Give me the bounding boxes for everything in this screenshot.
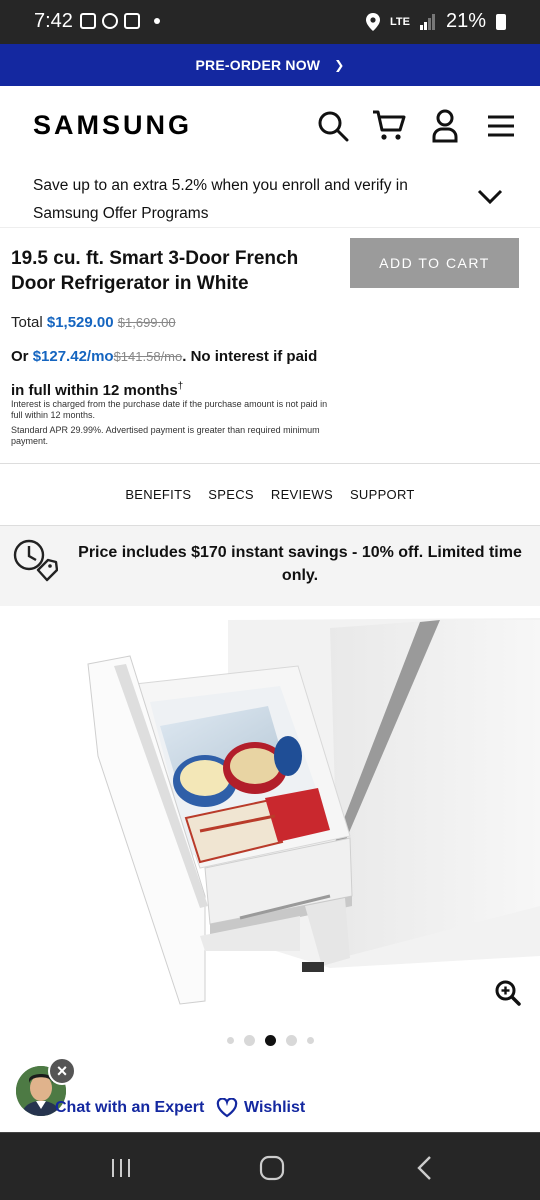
- wishlist-label: Wishlist: [244, 1099, 306, 1116]
- battery-percent: 21%: [445, 10, 486, 32]
- zoom-in-icon[interactable]: [495, 980, 521, 1006]
- samsung-logo[interactable]: SAMSUNG: [33, 110, 192, 141]
- offer-text: Save up to an extra 5.2% when you enroll…: [33, 177, 408, 222]
- carousel-dot[interactable]: [285, 1035, 297, 1046]
- carousel-dot[interactable]: [264, 1035, 276, 1046]
- site-header: SAMSUNG: [0, 86, 540, 166]
- current-price: $1,529.00: [46, 314, 114, 331]
- menu-icon[interactable]: [484, 106, 518, 146]
- product-title: 19.5 cu. ft. Smart 3-Door French Door Re…: [11, 248, 299, 294]
- header-icons: [316, 106, 518, 146]
- carousel-dot[interactable]: [243, 1035, 255, 1046]
- search-icon[interactable]: [316, 106, 350, 146]
- chevron-down-icon[interactable]: [476, 182, 504, 210]
- footnote-dagger[interactable]: †: [178, 381, 184, 392]
- tab-support[interactable]: SUPPORT: [350, 487, 415, 502]
- preorder-label: PRE-ORDER NOW: [195, 57, 321, 73]
- savings-banner: Price includes $170 instant savings - 10…: [0, 526, 540, 606]
- price-line: Total $1,529.00 $1,699.00: [11, 314, 176, 331]
- battery-icon: [496, 13, 506, 30]
- monthly-original-price: $141.58/mo: [113, 349, 183, 364]
- system-nav-bar: [0, 1132, 540, 1200]
- recent-apps-icon[interactable]: [106, 1153, 136, 1183]
- tab-reviews[interactable]: REVIEWS: [271, 487, 333, 502]
- chevron-right-icon: ❯: [334, 58, 345, 72]
- or-label: Or: [11, 348, 29, 365]
- status-time: 7:42: [34, 10, 73, 32]
- close-chat-icon[interactable]: ×: [48, 1057, 76, 1085]
- wishlist-button[interactable]: Wishlist: [216, 1098, 305, 1118]
- total-label: Total: [11, 314, 43, 331]
- more-notifications-icon: [154, 18, 160, 24]
- account-icon[interactable]: [428, 106, 462, 146]
- fine-print-interest: Interest is charged from the purchase da…: [11, 399, 328, 420]
- fine-print-apr: Standard APR 29.99%. Advertised payment …: [11, 425, 320, 446]
- financing-line: Or $127.42/mo$141.58/mo. No interest if …: [11, 342, 331, 406]
- offer-banner[interactable]: Save up to an extra 5.2% when you enroll…: [0, 166, 540, 228]
- tab-specs[interactable]: SPECS: [208, 487, 254, 502]
- cart-icon[interactable]: [372, 106, 406, 146]
- back-icon[interactable]: [410, 1153, 440, 1183]
- add-to-cart-button[interactable]: ADD TO CART: [350, 238, 519, 288]
- product-tabs: BENEFITS SPECS REVIEWS SUPPORT: [0, 464, 540, 526]
- status-bar: 7:42 LTE 21%: [0, 0, 540, 44]
- location-icon: [366, 12, 380, 31]
- product-summary: 19.5 cu. ft. Smart 3-Door French Door Re…: [0, 228, 540, 464]
- notification-icons: [80, 13, 160, 29]
- product-image-carousel[interactable]: [0, 606, 540, 1026]
- refrigerator-image: [87, 618, 540, 1005]
- chat-with-expert-link[interactable]: Chat with an Expert: [55, 1099, 204, 1117]
- monthly-price: $127.42/mo: [32, 348, 114, 365]
- threads-icon: [102, 13, 118, 29]
- preorder-banner[interactable]: PRE-ORDER NOW ❯: [0, 44, 540, 86]
- tab-benefits[interactable]: BENEFITS: [125, 487, 191, 502]
- gallery-icon: [80, 13, 96, 29]
- network-type: LTE: [390, 15, 410, 28]
- heart-icon: [216, 1098, 238, 1118]
- status-right: LTE 21%: [366, 10, 506, 33]
- signal-icon: [419, 13, 435, 30]
- carousel-dot[interactable]: [306, 1037, 314, 1044]
- savings-text: Price includes $170 instant savings - 10…: [78, 544, 522, 584]
- clock-tag-icon: [13, 539, 58, 582]
- home-icon[interactable]: [257, 1153, 287, 1183]
- carousel-dots: [0, 1035, 540, 1046]
- instagram-icon: [124, 13, 140, 29]
- carousel-dot[interactable]: [226, 1037, 234, 1044]
- original-price: $1,699.00: [117, 315, 176, 330]
